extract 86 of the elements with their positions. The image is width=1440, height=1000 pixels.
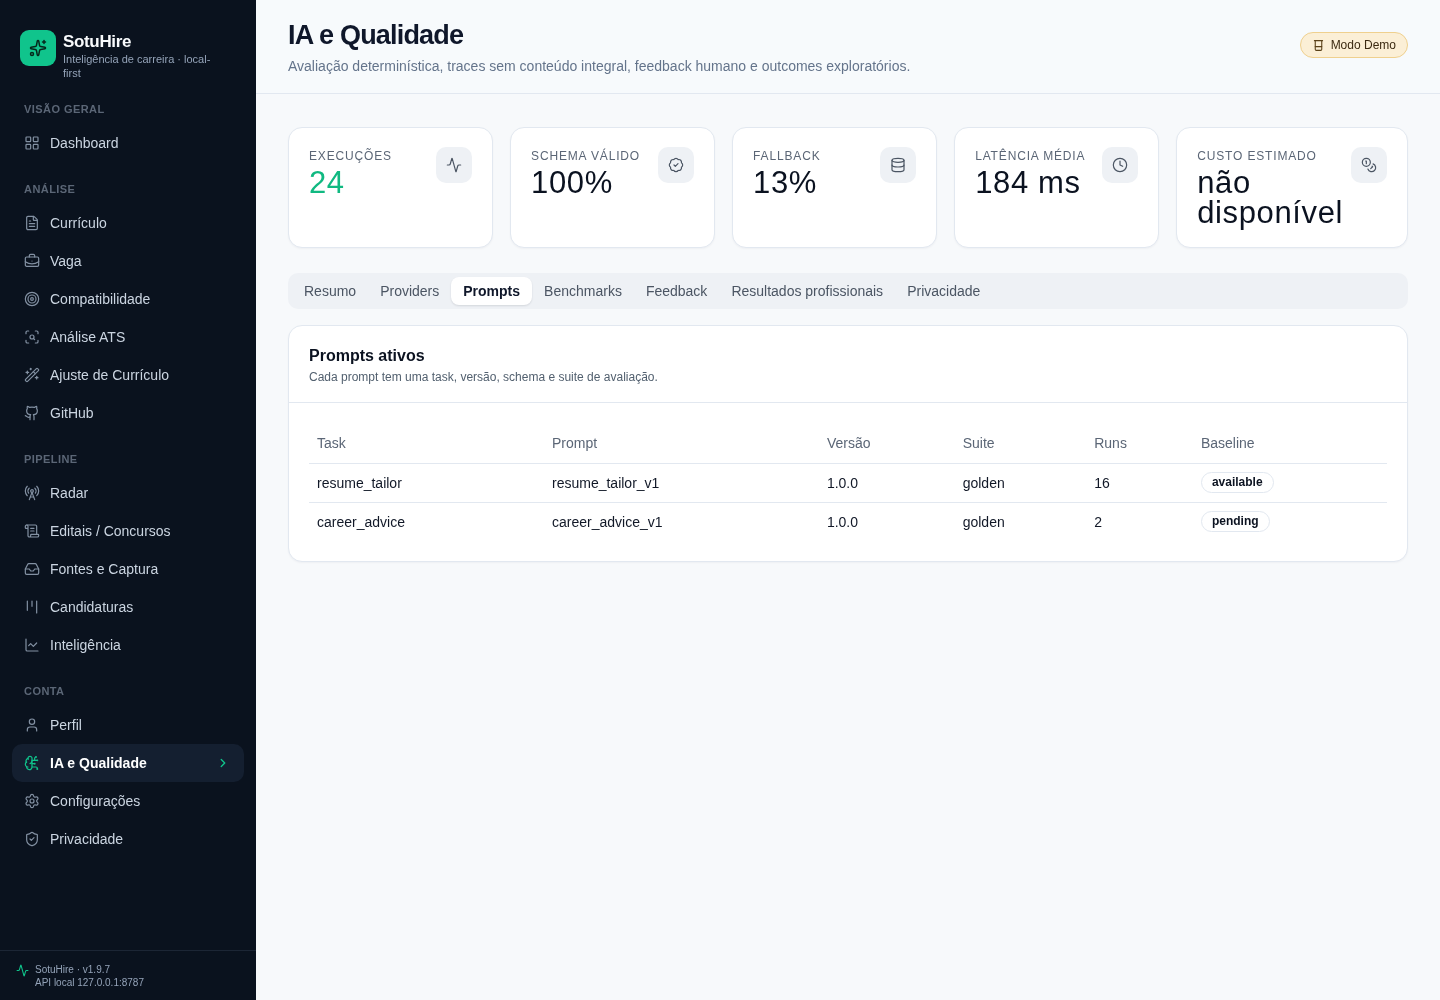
stat-value: 100%	[531, 168, 614, 198]
nav-item[interactable]: Vaga	[12, 242, 244, 280]
page-subtitle: Avaliação determinística, traces sem conteúdo integral, feedback humano e outcomes exploratórios.	[288, 57, 911, 75]
nav-item[interactable]: Configurações	[12, 782, 244, 820]
stat-label: FALLBACK	[753, 149, 821, 163]
stat-label: LATÊNCIA MÉDIA	[975, 149, 1086, 163]
inbox-icon	[24, 561, 40, 577]
column-header: Task	[309, 423, 544, 463]
stat-label: CUSTO ESTIMADO	[1197, 149, 1318, 163]
stat-value: 184 ms	[975, 168, 1082, 198]
tab[interactable]: Providers	[368, 277, 452, 305]
nav-item[interactable]: Currículo	[12, 204, 244, 242]
column-header: Prompt	[544, 423, 819, 463]
tab[interactable]: Resultados profissionais	[719, 277, 896, 305]
api-address: API local 127.0.0.1:8787	[35, 976, 144, 989]
nav-item[interactable]: Perfil	[12, 706, 244, 744]
page-title: IA e Qualidade	[288, 19, 465, 51]
settings-icon	[24, 793, 40, 809]
table-cell: golden	[954, 502, 1087, 541]
table-cell: resume_tailor	[309, 463, 544, 502]
nav-item[interactable]: Candidaturas	[12, 588, 244, 626]
table-cell: career_advice	[309, 502, 544, 541]
scroll-icon	[24, 523, 40, 539]
beaker-icon	[1311, 38, 1325, 52]
table-cell: 1.0.0	[818, 463, 955, 502]
stat-label: SCHEMA VÁLIDO	[531, 149, 640, 163]
nav-item[interactable]: Fontes e Captura	[12, 550, 244, 588]
document-icon	[24, 215, 40, 231]
table-cell: 1.0.0	[818, 502, 955, 541]
clock-icon	[1102, 147, 1139, 183]
stat-value: 13%	[753, 168, 818, 198]
line-chart-icon	[24, 637, 40, 653]
columns-icon	[24, 599, 40, 615]
panel-subtitle: Cada prompt tem uma task, versão, schema e suite de avaliação.	[309, 369, 659, 385]
github-icon	[24, 405, 40, 421]
database-icon	[880, 147, 917, 183]
stat-value: não disponível	[1197, 168, 1343, 228]
nav-item[interactable]: Privacidade	[12, 820, 244, 858]
scan-icon	[24, 329, 40, 345]
nav-item[interactable]: Compatibilidade	[12, 280, 244, 318]
tab[interactable]: Privacidade	[895, 277, 993, 305]
table-cell: golden	[954, 463, 1087, 502]
demo-mode-label: Modo Demo	[1330, 38, 1396, 52]
radio-tower-icon	[24, 485, 40, 501]
table-cell: career_advice_v1	[544, 502, 819, 541]
brain-icon	[24, 755, 40, 771]
section-heading: CONTA	[23, 684, 66, 699]
badge-check-icon	[658, 147, 695, 183]
sparkles-icon	[20, 30, 56, 66]
brand-tagline: Inteligência de carreira · local-first	[63, 52, 212, 80]
stat-value: 24	[309, 168, 346, 198]
shield-check-icon	[24, 831, 40, 847]
coins-icon	[1351, 147, 1387, 183]
pulse-icon	[436, 147, 473, 183]
table-cell: 2	[1086, 502, 1193, 541]
section-heading: PIPELINE	[23, 452, 79, 467]
nav-item[interactable]: IA e Qualidade	[12, 744, 244, 782]
briefcase-icon	[24, 253, 40, 269]
nav-item[interactable]: Radar	[12, 474, 244, 512]
section-heading: ANÁLISE	[23, 182, 77, 197]
table-cell: 16	[1086, 463, 1193, 502]
tab[interactable]: Benchmarks	[532, 277, 634, 305]
nav-item[interactable]: Editais / Concursos	[12, 512, 244, 550]
pulse-icon	[16, 964, 29, 977]
tab[interactable]: Prompts	[451, 277, 533, 305]
nav-item[interactable]: Análise ATS	[12, 318, 244, 356]
stat-label: EXECUÇÕES	[309, 149, 392, 163]
tab[interactable]: Resumo	[292, 277, 369, 305]
nav-item[interactable]: GitHub	[12, 394, 244, 432]
table-cell: resume_tailor_v1	[544, 463, 819, 502]
nav-item[interactable]: Ajuste de Currículo	[12, 356, 244, 394]
nav-item[interactable]: Dashboard	[12, 124, 244, 162]
nav-item[interactable]: Inteligência	[12, 626, 244, 664]
panel-title: Prompts ativos	[309, 346, 426, 366]
column-header: Versão	[818, 423, 955, 463]
target-icon	[24, 291, 40, 307]
column-header: Suite	[954, 423, 1087, 463]
user-icon	[24, 717, 40, 733]
grid-icon	[24, 135, 40, 151]
section-heading: VISÃO GERAL	[23, 102, 106, 117]
app-version: SotuHire · v1.9.7	[35, 963, 112, 976]
brand-name: SotuHire	[63, 32, 133, 52]
column-header: Baseline	[1192, 423, 1387, 463]
column-header: Runs	[1086, 423, 1193, 463]
tab[interactable]: Feedback	[633, 277, 720, 305]
wand-icon	[24, 367, 40, 383]
